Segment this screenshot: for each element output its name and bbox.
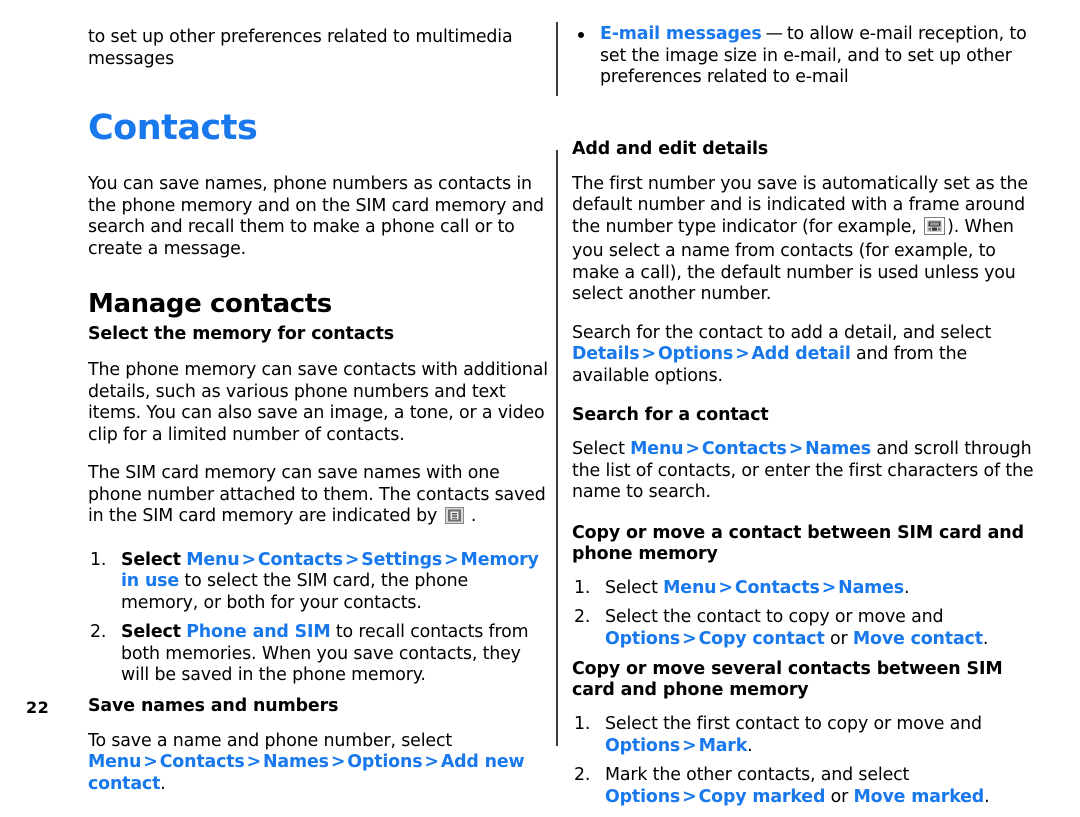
- list-item: Select the contact to copy or move and O…: [572, 607, 1034, 650]
- path-separator: >: [241, 549, 256, 570]
- menu-path-settings: Settings: [361, 549, 443, 570]
- left-column: to set up other preferences related to m…: [88, 0, 550, 806]
- sim-card-icon: [444, 507, 464, 531]
- step-lead: Select: [121, 622, 181, 642]
- step-tail: .: [984, 786, 990, 807]
- menu-path-contacts: Contacts: [734, 577, 820, 598]
- section-title-manage-contacts: Manage contacts: [88, 289, 332, 319]
- path-separator: >: [444, 549, 459, 570]
- path-separator: >: [788, 439, 804, 459]
- step-tail: .: [903, 577, 910, 598]
- path-separator: >: [682, 786, 697, 807]
- menu-path-names: Names: [838, 577, 904, 598]
- subsection-title-copy-move-contact: Copy or move a contact between SIM card …: [572, 522, 1024, 564]
- or-word: or: [830, 628, 848, 649]
- bullet-label-email-messages: E-mail messages: [600, 24, 762, 44]
- list-item: E-mail messages — to allow e-mail receptio…: [572, 24, 1034, 89]
- path-separator: >: [735, 344, 750, 364]
- menu-path-details: Details: [572, 344, 640, 364]
- path-separator: >: [246, 752, 262, 772]
- path-separator: >: [344, 549, 360, 570]
- menu-path-names: Names: [263, 752, 329, 772]
- step-lead: Select: [605, 577, 658, 598]
- numbered-list-copy-move-contact: Select Menu > Contacts > Names. Select the c…: [572, 578, 1034, 651]
- column-divider-top: [556, 22, 558, 96]
- list-item: Select Phone and SIM to recall contacts …: [88, 622, 550, 687]
- menu-path-move-marked: Move marked: [853, 786, 985, 807]
- path-separator: >: [641, 344, 657, 364]
- numbered-list-copy-move-several: Select the first contact to copy or move…: [572, 714, 1034, 808]
- column-divider-bottom: [556, 150, 558, 746]
- bullet-list-email-messages: E-mail messages — to allow e-mail receptio…: [572, 24, 1034, 89]
- menu-path-menu: Menu: [88, 752, 142, 772]
- paragraph-add-detail: Search for the contact to add a detail, …: [572, 323, 1034, 388]
- menu-path-add-detail: Add detail: [751, 344, 851, 364]
- path-separator: >: [143, 752, 158, 772]
- paragraph-default-number: The first number you save is automatical…: [572, 174, 1034, 306]
- number-type-indicator-icon: [924, 216, 946, 242]
- numbered-list-select-memory: Select Menu > Contacts > Settings > Memory in …: [88, 550, 550, 687]
- step-tail: .: [982, 628, 989, 649]
- paragraph-save-name: To save a name and phone number, select …: [88, 731, 550, 796]
- list-item: Select Menu > Contacts > Names.: [572, 578, 1034, 600]
- path-separator: >: [685, 439, 700, 459]
- list-item: Select the first contact to copy or move…: [572, 714, 1034, 757]
- step-lead: Mark the other contacts, and select: [605, 765, 910, 785]
- subsection-title-search-contact: Search for a contact: [572, 405, 769, 425]
- menu-path-mark: Mark: [698, 735, 748, 756]
- list-item: Select Menu > Contacts > Settings > Memory in …: [88, 550, 550, 615]
- path-separator: >: [821, 577, 837, 598]
- menu-path-options: Options: [657, 344, 734, 364]
- path-separator: >: [424, 752, 439, 772]
- step-lead: Select the contact to copy or move and: [605, 607, 944, 627]
- subsection-title-save-names: Save names and numbers: [88, 695, 339, 716]
- path-separator: >: [682, 628, 697, 649]
- paragraph-phone-memory: The phone memory can save contacts with …: [88, 360, 548, 445]
- search-lead: Search for the contact to add a detail, …: [572, 322, 992, 343]
- step-tail: .: [747, 735, 753, 756]
- save-tail: .: [160, 773, 166, 794]
- menu-path-contacts: Contacts: [159, 752, 245, 772]
- or-word: or: [830, 786, 849, 807]
- continued-bullet-text: to set up other preferences related to m…: [88, 27, 513, 69]
- path-separator: >: [682, 735, 697, 756]
- menu-path-options: Options: [605, 786, 681, 807]
- right-column: E-mail messages — to allow e-mail receptio…: [572, 0, 1034, 817]
- chapter-title: Contacts: [88, 108, 258, 148]
- menu-path-options: Options: [605, 628, 681, 649]
- menu-path-menu: Menu: [186, 549, 240, 570]
- subsection-title-add-edit-details: Add and edit details: [572, 138, 769, 159]
- subsection-title-copy-move-several: Copy or move several contacts between SI…: [572, 659, 1003, 700]
- menu-path-copy-contact: Copy contact: [698, 628, 825, 649]
- menu-path-options: Options: [605, 735, 681, 756]
- intro-paragraph: You can save names, phone numbers as con…: [88, 174, 544, 259]
- menu-path-contacts: Contacts: [257, 549, 343, 570]
- bullet-dash: —: [765, 24, 783, 44]
- search-contact-lead: Select: [572, 439, 625, 459]
- paragraph-sim-memory: The SIM card memory can save names with …: [88, 463, 550, 531]
- menu-path-copy-marked: Copy marked: [698, 786, 826, 807]
- menu-path-phone-and-sim: Phone and SIM: [186, 622, 331, 642]
- manual-page: to set up other preferences related to m…: [0, 0, 1080, 807]
- save-lead: To save a name and phone number, select: [88, 730, 453, 751]
- page-number: 22: [26, 698, 50, 717]
- menu-path-options: Options: [347, 752, 423, 772]
- subsection-title-select-memory: Select the memory for contacts: [88, 324, 395, 344]
- menu-path-contacts: Contacts: [701, 439, 787, 459]
- paragraph-search-contact: Select Menu > Contacts > Names and scroll th…: [572, 439, 1034, 504]
- paragraph-sim-memory-text: The SIM card memory can save names with …: [88, 463, 546, 526]
- list-item: Mark the other contacts, and select Opti…: [572, 765, 1034, 808]
- paragraph-sim-memory-trailing: .: [470, 506, 477, 526]
- step-lead: Select: [121, 549, 181, 570]
- path-separator: >: [330, 752, 346, 772]
- step-lead: Select the first contact to copy or move…: [605, 714, 982, 734]
- menu-path-move-contact: Move contact: [852, 628, 983, 649]
- menu-path-menu: Menu: [630, 439, 684, 459]
- menu-path-menu: Menu: [663, 577, 717, 598]
- menu-path-names: Names: [805, 439, 871, 459]
- path-separator: >: [718, 577, 733, 598]
